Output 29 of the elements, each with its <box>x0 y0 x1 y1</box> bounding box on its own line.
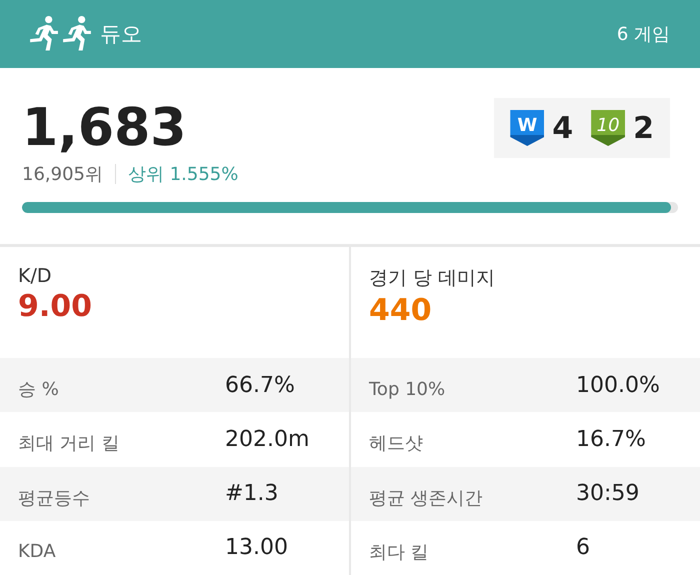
stat-label: K/D <box>18 265 52 287</box>
stat-label: 헤드샷 <box>369 432 424 456</box>
top-ten-badge: 10 <box>591 110 626 146</box>
rating-value: 1,683 <box>22 98 188 158</box>
stat-label: KDA <box>18 540 57 562</box>
stat-label: 평균등수 <box>18 486 91 510</box>
badge-count: 2 <box>633 110 654 146</box>
games-count: 6 게임 <box>616 23 670 46</box>
stat-label: 평균 생존시간 <box>369 486 484 510</box>
stat-value: 30:59 <box>576 481 640 506</box>
rank-text: 16,905위 <box>22 163 103 186</box>
stat-value: 13.00 <box>225 535 288 560</box>
stat-label: 경기 당 데미지 <box>369 266 496 291</box>
stat-value: 66.7% <box>225 372 295 398</box>
stat-label: 최대 거리 킬 <box>18 432 120 456</box>
mode-title: 듀오 <box>100 21 143 48</box>
stat-value: 9.00 <box>18 289 94 324</box>
badge-count: 4 <box>552 110 574 146</box>
stat-value: 16.7% <box>576 426 646 452</box>
stat-label: 최다 킬 <box>369 540 430 564</box>
stat-label: 승 % <box>18 378 60 402</box>
stat-value: 202.0m <box>225 426 310 452</box>
stat-label: Top 10% <box>369 378 446 400</box>
top-percent-text: 상위 1.555% <box>128 163 238 186</box>
win-badge: W <box>510 110 544 146</box>
stat-value: 440 <box>369 293 433 328</box>
stat-value: 6 <box>576 535 590 560</box>
stat-value: #1.3 <box>225 481 278 506</box>
stat-value: 100.0% <box>576 372 660 398</box>
